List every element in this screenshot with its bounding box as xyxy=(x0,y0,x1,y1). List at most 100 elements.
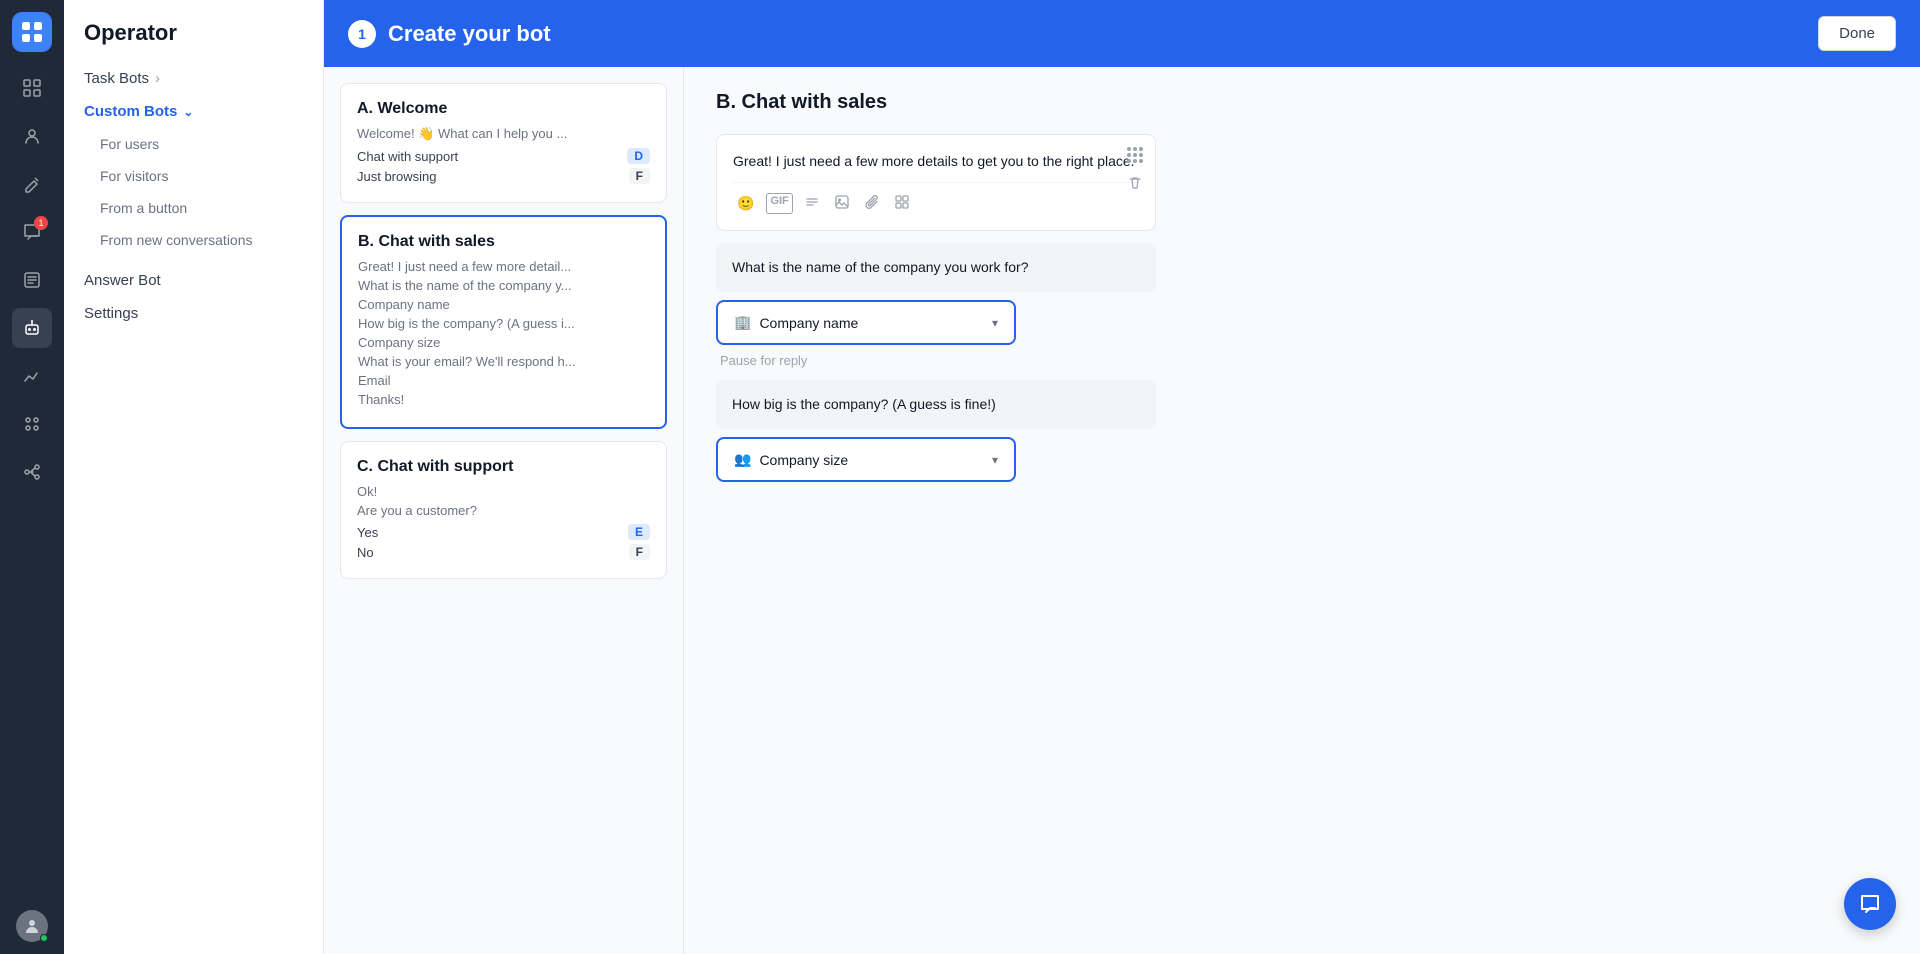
task-bots-chevron: › xyxy=(155,70,160,87)
option-text-chat-support: Chat with support xyxy=(357,149,458,164)
save-response-1[interactable]: 🏢 Company name ▾ xyxy=(716,300,1016,345)
bot-card-a-option-2: Just browsing F xyxy=(357,166,650,186)
nav-icon-users[interactable] xyxy=(12,116,52,156)
pause-label-1: Pause for reply xyxy=(716,353,1888,368)
message-toolbar: 🙂 GIF xyxy=(733,182,1139,214)
answer-bot-label: Answer Bot xyxy=(84,272,161,289)
for-users-label: For users xyxy=(100,136,159,152)
bot-card-b-line7: Email xyxy=(358,373,649,388)
save-response-2[interactable]: 👥 Company size ▾ xyxy=(716,437,1016,482)
option-badge-d: D xyxy=(627,148,650,164)
task-bots-nav[interactable]: Task Bots › xyxy=(64,62,323,95)
question-text-1: What is the name of the company you work… xyxy=(732,257,1140,278)
app-logo[interactable] xyxy=(12,12,52,52)
option-badge-f: F xyxy=(629,168,650,184)
editor-title: B. Chat with sales xyxy=(716,91,1888,114)
bot-card-b-line2: What is the name of the company y... xyxy=(358,278,649,293)
custom-bots-chevron: ⌄ xyxy=(183,105,193,119)
delete-message-icon[interactable] xyxy=(1123,171,1147,195)
bot-card-c-option-no: No F xyxy=(357,542,650,562)
question-block-1[interactable]: What is the name of the company you work… xyxy=(716,243,1156,292)
nav-icon-bot[interactable] xyxy=(12,308,52,348)
message-block-1[interactable]: Great! I just need a few more details to… xyxy=(716,134,1156,231)
option-text-no: No xyxy=(357,545,374,560)
bot-card-b-line8: Thanks! xyxy=(358,392,649,407)
answer-bot-nav[interactable]: Answer Bot xyxy=(64,264,323,297)
bot-list-panel: A. Welcome Welcome! 👋 What can I help yo… xyxy=(324,67,684,954)
option-badge-f2: F xyxy=(629,544,650,560)
for-visitors-nav[interactable]: For visitors xyxy=(64,160,323,192)
top-header: 1 Create your bot Done xyxy=(324,0,1920,67)
settings-nav[interactable]: Settings xyxy=(64,297,323,330)
chat-badge: 1 xyxy=(34,216,48,230)
bot-card-b-line5: Company size xyxy=(358,335,649,350)
content-area: A. Welcome Welcome! 👋 What can I help yo… xyxy=(324,67,1920,954)
nav-icon-tasks[interactable] xyxy=(12,260,52,300)
from-new-conversations-label: From new conversations xyxy=(100,232,253,248)
attachment-icon[interactable] xyxy=(861,193,883,214)
bot-card-c-text1: Ok! xyxy=(357,484,650,499)
step-badge: 1 xyxy=(348,20,376,48)
task-bots-label: Task Bots xyxy=(84,70,149,87)
nav-icon-chat[interactable]: 1 xyxy=(12,212,52,252)
bot-card-c-label: C. Chat with support xyxy=(357,458,650,476)
icon-sidebar: 1 xyxy=(0,0,64,954)
bot-card-a-label: A. Welcome xyxy=(357,100,650,118)
from-button-nav[interactable]: From a button xyxy=(64,192,323,224)
user-avatar[interactable] xyxy=(16,910,48,942)
image-icon[interactable] xyxy=(831,193,853,214)
step-info: 1 Create your bot xyxy=(348,20,551,48)
bot-card-sales[interactable]: B. Chat with sales Great! I just need a … xyxy=(340,215,667,429)
bot-editor-panel: B. Chat with sales xyxy=(684,67,1920,954)
nav-icon-reports[interactable] xyxy=(12,356,52,396)
bot-card-b-line3: Company name xyxy=(358,297,649,312)
bot-card-a-text: Welcome! 👋 What can I help you ... xyxy=(357,126,650,142)
bot-card-b-line4: How big is the company? (A guess i... xyxy=(358,316,649,331)
company-size-icon: 👥 xyxy=(734,451,751,468)
list-icon[interactable] xyxy=(801,193,823,214)
option-badge-e: E xyxy=(628,524,650,540)
nav-icon-apps[interactable] xyxy=(12,404,52,444)
bot-card-b-line6: What is your email? We'll respond h... xyxy=(358,354,649,369)
bot-card-b-line1: Great! I just need a few more detail... xyxy=(358,259,649,274)
option-text-just-browsing: Just browsing xyxy=(357,169,436,184)
save-label-text-1: Company name xyxy=(759,315,858,331)
for-users-nav[interactable]: For users xyxy=(64,128,323,160)
save-chevron-2: ▾ xyxy=(992,453,998,467)
settings-label: Settings xyxy=(84,305,138,322)
nav-sidebar: Operator Task Bots › Custom Bots ⌄ For u… xyxy=(64,0,324,954)
save-label-2: 👥 Company size xyxy=(734,451,848,468)
custom-bots-nav[interactable]: Custom Bots ⌄ xyxy=(64,95,323,128)
bot-card-support[interactable]: C. Chat with support Ok! Are you a custo… xyxy=(340,441,667,579)
company-icon-1: 🏢 xyxy=(734,314,751,331)
message-text-1: Great! I just need a few more details to… xyxy=(733,151,1139,172)
custom-bots-label: Custom Bots xyxy=(84,103,177,120)
nav-icon-grid[interactable] xyxy=(12,68,52,108)
bot-card-welcome[interactable]: A. Welcome Welcome! 👋 What can I help yo… xyxy=(340,83,667,203)
bot-card-b-label: B. Chat with sales xyxy=(358,233,649,251)
gif-icon[interactable]: GIF xyxy=(766,193,792,214)
emoji-icon[interactable]: 🙂 xyxy=(733,193,758,214)
apps-toolbar-icon[interactable] xyxy=(891,193,913,214)
main-content: 1 Create your bot Done A. Welcome Welcom… xyxy=(324,0,1920,954)
message-actions xyxy=(1123,143,1147,195)
bot-card-c-option-yes: Yes E xyxy=(357,522,650,542)
save-label-text-2: Company size xyxy=(759,452,848,468)
nav-icon-brush[interactable] xyxy=(12,164,52,204)
page-title: Create your bot xyxy=(388,21,551,47)
nav-icon-integrations[interactable] xyxy=(12,452,52,492)
operator-title: Operator xyxy=(64,20,323,62)
option-text-yes: Yes xyxy=(357,525,378,540)
save-label-1: 🏢 Company name xyxy=(734,314,858,331)
done-button[interactable]: Done xyxy=(1818,16,1896,51)
online-indicator xyxy=(40,934,48,942)
chat-support-fab[interactable] xyxy=(1844,878,1896,930)
from-new-conversations-nav[interactable]: From new conversations xyxy=(64,224,323,256)
from-button-label: From a button xyxy=(100,200,187,216)
drag-handle-icon[interactable] xyxy=(1123,143,1147,167)
question-block-2[interactable]: How big is the company? (A guess is fine… xyxy=(716,380,1156,429)
for-visitors-label: For visitors xyxy=(100,168,168,184)
bot-card-c-text2: Are you a customer? xyxy=(357,503,650,518)
question-text-2: How big is the company? (A guess is fine… xyxy=(732,394,1140,415)
bot-card-a-option-1: Chat with support D xyxy=(357,146,650,166)
